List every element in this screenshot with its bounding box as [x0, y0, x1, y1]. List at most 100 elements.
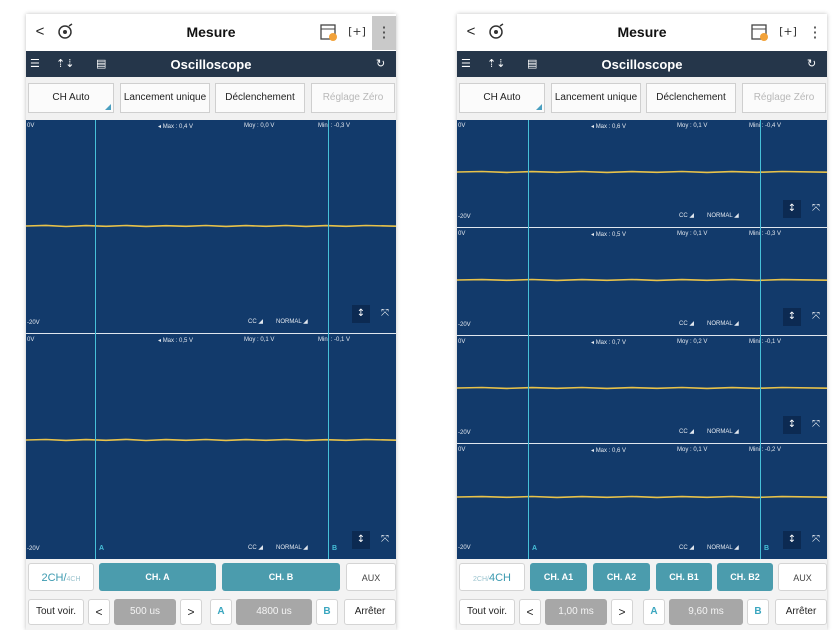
single-run-button[interactable]: Lancement unique: [120, 83, 210, 113]
view-all-button[interactable]: Tout voir.: [459, 599, 515, 625]
expand-vertical-icon[interactable]: ↕: [783, 531, 801, 549]
refresh-icon[interactable]: ↻: [376, 55, 392, 73]
channel-top-voltage: 0V: [27, 337, 35, 343]
zoom-fit-icon[interactable]: ⤧: [807, 308, 825, 326]
avg-readout: Moy : 0,1 V: [677, 123, 708, 129]
dropdown-corner-icon: [105, 104, 111, 110]
zoom-fit-icon[interactable]: ⤧: [807, 200, 825, 218]
coupling-mode[interactable]: CC ◢: [679, 320, 694, 327]
zero-adjust-button[interactable]: Réglage Zéro: [311, 83, 395, 113]
expand-vertical-icon[interactable]: ↕: [783, 416, 801, 434]
aux-button[interactable]: AUX: [346, 563, 396, 591]
channel-a-button[interactable]: CH. A: [99, 563, 216, 591]
channel-a1-button[interactable]: CH. A1: [530, 563, 587, 591]
max-value: Max : 0,5 V: [162, 338, 194, 344]
dropdown-corner-icon: [536, 104, 542, 110]
channel-b2-button[interactable]: CH. B2: [717, 563, 773, 591]
ch-auto-button[interactable]: CH Auto: [459, 83, 545, 113]
zoom-fit-icon[interactable]: ⤧: [807, 531, 825, 549]
channel-bottom-voltage: -20V: [458, 545, 471, 551]
max-readout: ◂ Max : 0,5 V: [158, 338, 194, 344]
timebase-bar: Tout voir. < 500 us > A 4800 us B Arrête…: [26, 595, 396, 630]
max-readout: ◂ Max : 0,6 V: [591, 448, 627, 454]
ch-auto-label: CH Auto: [483, 92, 521, 103]
channel-a2-button[interactable]: CH. A2: [593, 563, 650, 591]
ch-auto-button[interactable]: CH Auto: [28, 83, 114, 113]
oscilloscope-display[interactable]: 0V ◂ Max : 0,4 V Moy : 0,0 V Mini : -0,3…: [26, 120, 396, 559]
timebase-prev-button[interactable]: <: [88, 599, 110, 625]
cursor-b-line[interactable]: [328, 120, 329, 559]
single-run-button[interactable]: Lancement unique: [551, 83, 641, 113]
cursor-a-line[interactable]: [528, 120, 529, 559]
channel-count-toggle[interactable]: 2CH/4CH: [459, 563, 525, 591]
cursor-a-button[interactable]: A: [643, 599, 665, 625]
zoom-fit-icon[interactable]: ⤧: [376, 531, 394, 549]
timebase-next-button[interactable]: >: [180, 599, 202, 625]
channel-pane: 0V ◂ Max : 0,5 V Moy : 0,1 V Mini : -0,3…: [457, 228, 827, 336]
channel-b-button[interactable]: CH. B: [222, 563, 340, 591]
cursor-b-button[interactable]: B: [316, 599, 338, 625]
cursor-a-label: A: [99, 545, 105, 552]
channel-controls: ↕ ⤧: [352, 531, 396, 549]
coupling-mode[interactable]: CC ◢: [679, 428, 694, 435]
channel-bottom-voltage: -20V: [458, 322, 471, 328]
fullscreen-icon[interactable]: [+]: [348, 23, 366, 41]
fullscreen-icon[interactable]: [+]: [779, 23, 797, 41]
aux-button[interactable]: AUX: [778, 563, 827, 591]
zoom-fit-icon[interactable]: ⤧: [376, 305, 394, 323]
calendar-icon[interactable]: [320, 22, 338, 42]
coupling-mode[interactable]: CC ◢: [248, 544, 263, 551]
refresh-icon[interactable]: ↻: [807, 55, 823, 73]
zoom-fit-icon[interactable]: ⤧: [807, 416, 825, 434]
more-vert-icon[interactable]: ⋮: [803, 16, 827, 50]
max-readout: ◂ Max : 0,4 V: [158, 124, 194, 130]
trigger-mode[interactable]: NORMAL ◢: [276, 544, 308, 551]
zero-adjust-button[interactable]: Réglage Zéro: [742, 83, 826, 113]
channel-b1-button[interactable]: CH. B1: [656, 563, 712, 591]
cursor-b-line[interactable]: [760, 120, 761, 559]
timebase-prev-button[interactable]: <: [519, 599, 541, 625]
min-readout: Mini : -0,1 V: [318, 337, 351, 343]
expand-vertical-icon[interactable]: ↕: [352, 531, 370, 549]
trigger-mode[interactable]: NORMAL ◢: [707, 320, 739, 327]
waveform-trace: [457, 170, 827, 174]
trigger-button[interactable]: Déclenchement: [215, 83, 305, 113]
max-value: Max : 0,5 V: [595, 232, 627, 238]
view-all-button[interactable]: Tout voir.: [28, 599, 84, 625]
stop-button[interactable]: Arrêter: [775, 599, 827, 625]
min-readout: Mini : -0,1 V: [749, 339, 782, 345]
trigger-button[interactable]: Déclenchement: [646, 83, 736, 113]
min-readout: Mini : -0,4 V: [749, 123, 782, 129]
trigger-mode[interactable]: NORMAL ◢: [707, 428, 739, 435]
cursor-a-line[interactable]: [95, 120, 96, 559]
mode-4ch: 4CH: [66, 576, 81, 583]
coupling-mode[interactable]: CC ◢: [679, 544, 694, 551]
min-readout: Mini : -0,2 V: [749, 447, 782, 453]
coupling-mode[interactable]: CC ◢: [248, 318, 263, 325]
trigger-mode[interactable]: NORMAL ◢: [707, 544, 739, 551]
coupling-mode[interactable]: CC ◢: [679, 212, 694, 219]
timebase-value: 1,00 ms: [545, 599, 607, 625]
expand-vertical-icon[interactable]: ↕: [352, 305, 370, 323]
max-value: Max : 0,4 V: [162, 124, 194, 130]
expand-vertical-icon[interactable]: ↕: [783, 308, 801, 326]
timebase-next-button[interactable]: >: [611, 599, 633, 625]
max-value: Max : 0,6 V: [595, 448, 627, 454]
oscilloscope-display[interactable]: 0V ◂ Max : 0,6 V Moy : 0,1 V Mini : -0,4…: [457, 120, 827, 559]
stop-button[interactable]: Arrêter: [344, 599, 396, 625]
toolbar: CH Auto Lancement unique Déclenchement R…: [457, 77, 827, 120]
trigger-mode-value: NORMAL: [707, 545, 733, 551]
channel-selector: 2CH/4CH CH. A1 CH. A2 CH. B1 CH. B2 AUX: [457, 559, 827, 595]
expand-vertical-icon[interactable]: ↕: [783, 200, 801, 218]
cursor-a-button[interactable]: A: [210, 599, 232, 625]
avg-readout: Moy : 0,1 V: [244, 337, 275, 343]
more-vert-icon[interactable]: ⋮: [372, 16, 396, 50]
cursor-b-button[interactable]: B: [747, 599, 769, 625]
trigger-mode[interactable]: NORMAL ◢: [707, 212, 739, 219]
channel-top-voltage: 0V: [458, 339, 466, 345]
cursor-a-label: A: [532, 545, 538, 552]
channel-count-toggle[interactable]: 2CH/4CH: [28, 563, 94, 591]
channel-top-voltage: 0V: [27, 123, 35, 129]
trigger-mode[interactable]: NORMAL ◢: [276, 318, 308, 325]
calendar-icon[interactable]: [751, 22, 769, 42]
